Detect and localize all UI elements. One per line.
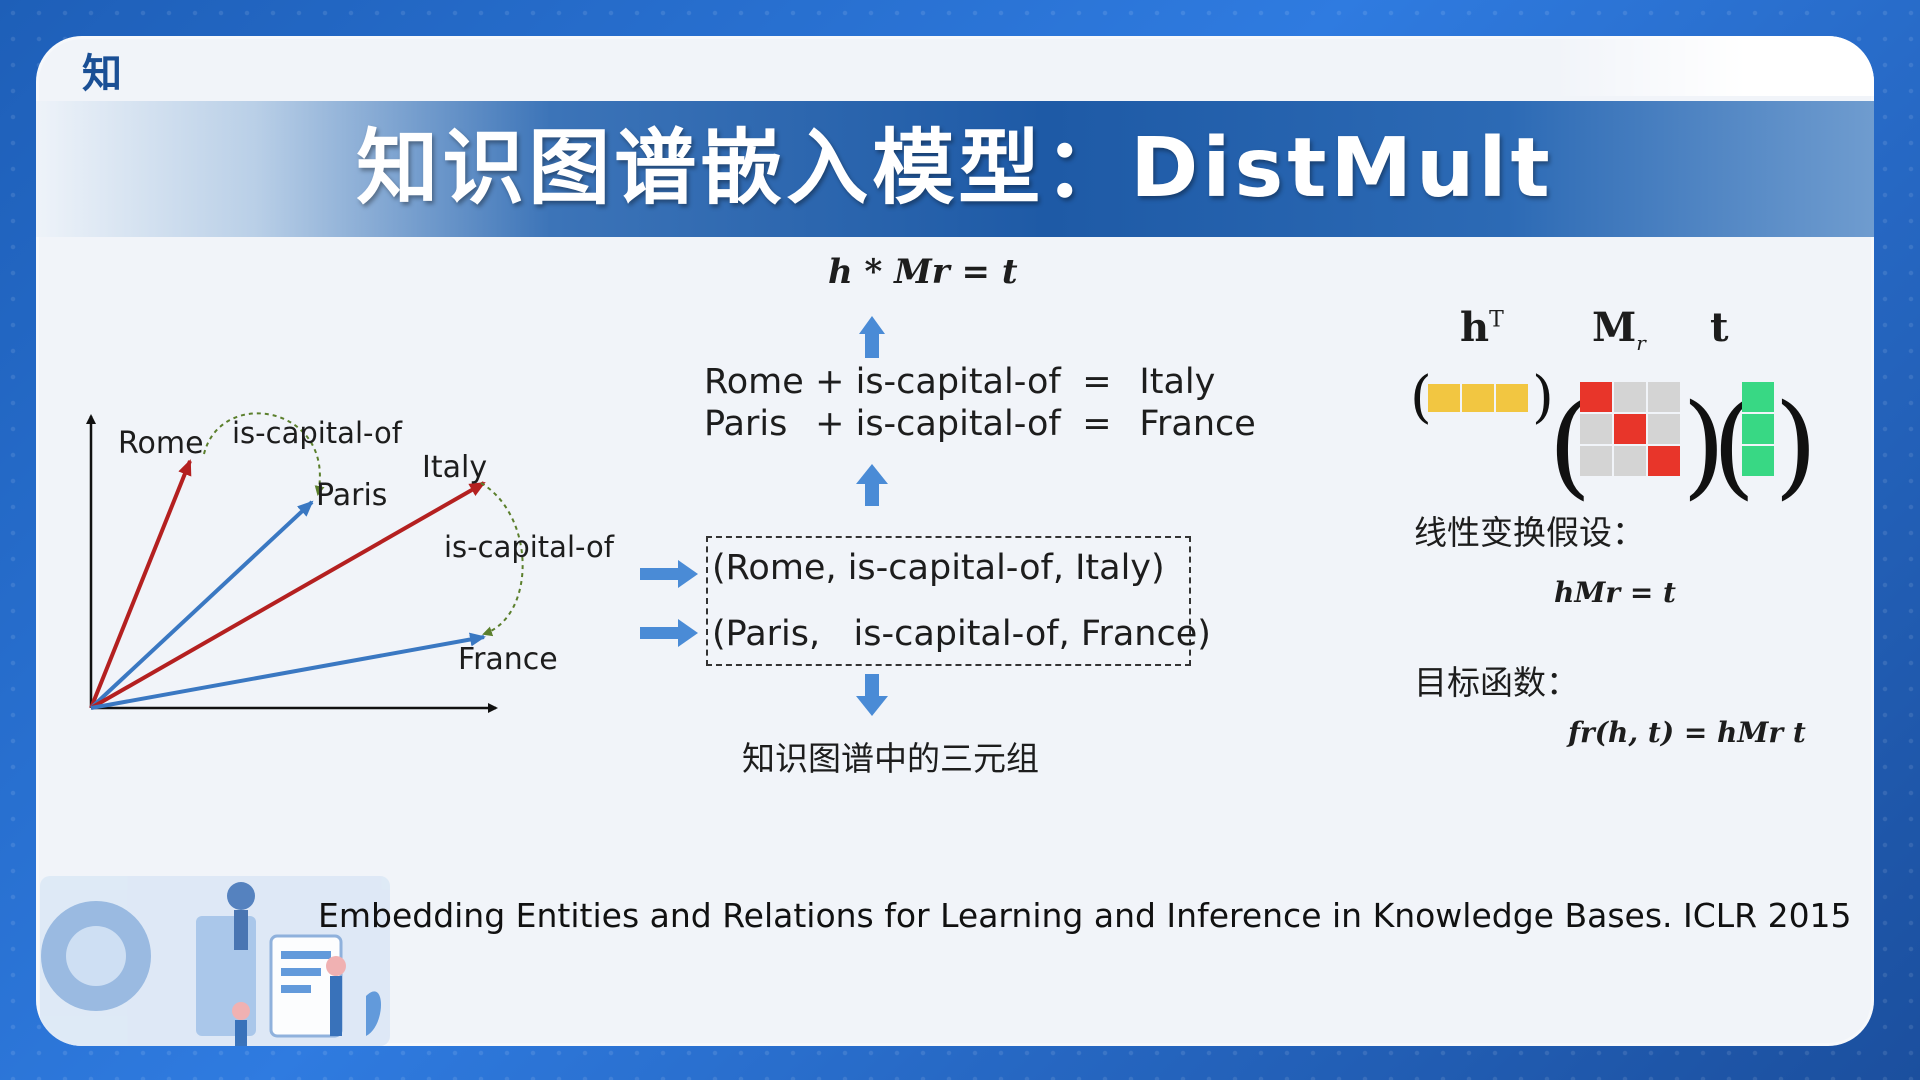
- objective-formula: fr(h, t) = hMr t: [1568, 716, 1806, 749]
- relation-label-right: is-capital-of: [444, 530, 614, 564]
- rome-label: Rome: [118, 426, 204, 461]
- down-arrow-shaft: [865, 674, 879, 698]
- citation: Embedding Entities and Relations for Lea…: [318, 896, 1852, 935]
- m-label: Mr: [1592, 304, 1646, 355]
- t-vector-cell: [1742, 382, 1774, 412]
- linear-assumption-label: 线性变换假设：: [1414, 513, 1645, 552]
- m-cell-diag: [1614, 414, 1646, 444]
- m-matrix: [1580, 382, 1680, 476]
- down-arrow-head: [856, 696, 888, 716]
- equation-tail: France: [1139, 404, 1256, 444]
- triples-caption: 知识图谱中的三元组: [742, 739, 1039, 778]
- equation-row: Rome + is-capital-of = Italy: [704, 362, 1215, 402]
- equation-eq: =: [1082, 404, 1112, 444]
- m-cell: [1580, 446, 1612, 476]
- right-arrow-2-head: [678, 619, 698, 647]
- equation-op: + is-capital-of: [815, 404, 1061, 444]
- linear-assumption-formula: hMr = t: [1554, 576, 1676, 609]
- right-arrow-1-shaft: [640, 568, 680, 580]
- h-vector-cell: [1428, 384, 1460, 412]
- triple-1: (Rome, is-capital-of, Italy): [712, 548, 1165, 588]
- equation-head: Paris: [704, 404, 788, 444]
- objective-label: 目标函数：: [1414, 663, 1579, 702]
- t-vector-cell: [1742, 414, 1774, 444]
- paris-vector: [89, 500, 314, 710]
- equation-head: Rome: [704, 362, 804, 402]
- t-vector-cell: [1742, 446, 1774, 476]
- slide-panel: 知 识 图 谱 知识图谱嵌入模型：DistMult: [36, 36, 1874, 1046]
- italy-label: Italy: [422, 450, 488, 485]
- m-cell-diag: [1648, 446, 1680, 476]
- h-vector-cell: [1496, 384, 1528, 412]
- france-label: France: [458, 642, 558, 677]
- m-cell: [1614, 446, 1646, 476]
- h-label: hT: [1460, 304, 1504, 351]
- paris-label: Paris: [316, 478, 388, 513]
- up-arrow-top-shaft: [865, 332, 879, 358]
- equation-row: Paris + is-capital-of = France: [704, 404, 1256, 444]
- right-arrow-2-shaft: [640, 627, 680, 639]
- right-arrow-1-head: [678, 560, 698, 588]
- h-vector-cell: [1462, 384, 1494, 412]
- relation-label-top: is-capital-of: [232, 416, 402, 450]
- equation-eq: =: [1082, 362, 1112, 402]
- equation-tail: Italy: [1139, 362, 1216, 402]
- m-cell: [1648, 414, 1680, 444]
- m-cell-diag: [1580, 382, 1612, 412]
- triple-2: (Paris, is-capital-of, France): [712, 614, 1211, 654]
- m-cell: [1580, 414, 1612, 444]
- m-cell: [1614, 382, 1646, 412]
- rome-vector: [89, 459, 192, 709]
- m-cell: [1648, 382, 1680, 412]
- up-arrow-mid-shaft: [865, 482, 879, 506]
- equation-op: + is-capital-of: [815, 362, 1061, 402]
- t-label: t: [1710, 304, 1729, 351]
- bracket: ): [1774, 381, 1818, 511]
- up-arrow-mid-head: [856, 464, 888, 484]
- formula-top: h * Mr = t: [828, 252, 1018, 292]
